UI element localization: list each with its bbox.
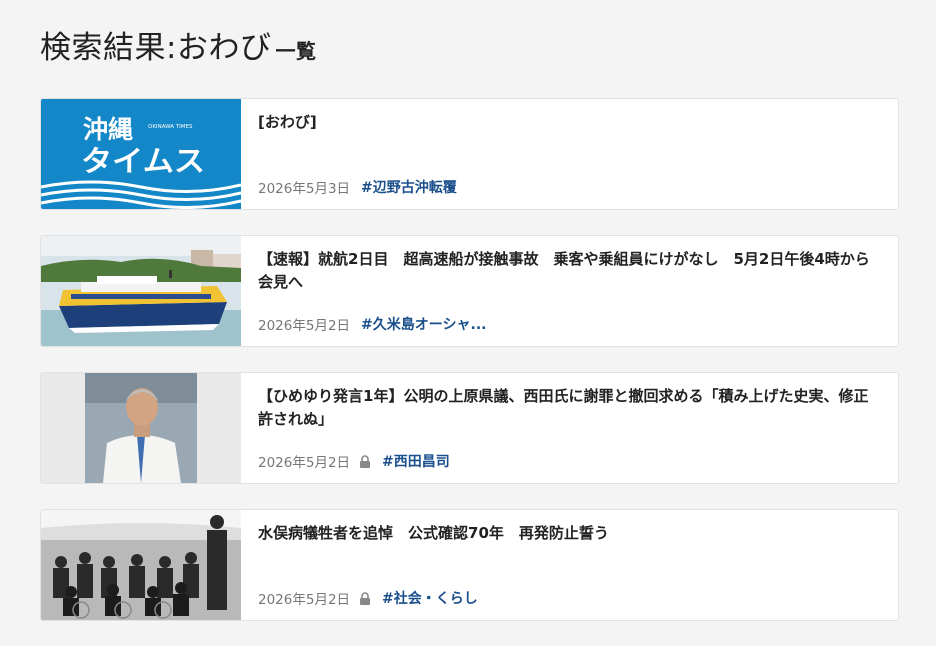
article-date: 2026年5月2日 bbox=[258, 318, 351, 334]
article-body: 【速報】就航2日目 超高速船が接触事故 乗客や乗組員にけがなし 5月2日午後4時… bbox=[258, 248, 878, 334]
article-headline[interactable]: [おわび] bbox=[258, 111, 878, 134]
article-headline[interactable]: 【速報】就航2日目 超高速船が接触事故 乗客や乗組員にけがなし 5月2日午後4時… bbox=[258, 248, 878, 294]
article-thumbnail[interactable]: 沖縄 OKINAWA TIMES タイムス bbox=[41, 99, 241, 209]
article-thumbnail[interactable] bbox=[41, 236, 241, 346]
article-headline[interactable]: 水俣病犠牲者を追悼 公式確認70年 再発防止誓う bbox=[258, 522, 878, 545]
logo-small-text: OKINAWA TIMES bbox=[148, 124, 193, 130]
logo-line2: タイムス bbox=[81, 144, 205, 178]
article-date: 2026年5月3日 bbox=[258, 181, 351, 197]
ferry-photo bbox=[41, 236, 241, 346]
article-card[interactable]: 沖縄 OKINAWA TIMES タイムス [おわび] 2026年5月3日 #辺… bbox=[40, 98, 899, 210]
lock-icon bbox=[360, 454, 371, 468]
article-card[interactable]: 【ひめゆり発言1年】公明の上原県議、西田氏に謝罪と撤回求める「積み上げた史実、修… bbox=[40, 372, 899, 484]
okinawa-times-logo: 沖縄 OKINAWA TIMES タイムス bbox=[41, 99, 241, 209]
article-body: 【ひめゆり発言1年】公明の上原県議、西田氏に謝罪と撤回求める「積み上げた史実、修… bbox=[258, 385, 878, 471]
memorial-photo bbox=[41, 510, 241, 620]
article-body: [おわび] 2026年5月3日 #辺野古沖転覆 bbox=[258, 111, 878, 197]
article-date: 2026年5月2日 bbox=[258, 592, 351, 608]
article-meta: 2026年5月2日 #社会・くらし bbox=[258, 588, 478, 608]
article-meta: 2026年5月2日 #久米島オーシャ... bbox=[258, 314, 486, 334]
article-thumbnail[interactable] bbox=[41, 510, 241, 620]
article-tag[interactable]: #社会・くらし bbox=[382, 588, 478, 608]
article-meta: 2026年5月2日 #西田昌司 bbox=[258, 451, 450, 471]
politician-photo bbox=[41, 373, 241, 483]
article-card[interactable]: 【速報】就航2日目 超高速船が接触事故 乗客や乗組員にけがなし 5月2日午後4時… bbox=[40, 235, 899, 347]
article-tag[interactable]: #西田昌司 bbox=[382, 451, 450, 471]
article-body: 水俣病犠牲者を追悼 公式確認70年 再発防止誓う 2026年5月2日 #社会・く… bbox=[258, 522, 878, 608]
article-tag[interactable]: #辺野古沖転覆 bbox=[361, 177, 457, 197]
search-results-list: 沖縄 OKINAWA TIMES タイムス [おわび] 2026年5月3日 #辺… bbox=[40, 98, 899, 646]
article-thumbnail[interactable] bbox=[41, 373, 241, 483]
logo-line1: 沖縄 bbox=[83, 115, 133, 144]
lock-icon bbox=[360, 591, 371, 605]
article-card[interactable]: 水俣病犠牲者を追悼 公式確認70年 再発防止誓う 2026年5月2日 #社会・く… bbox=[40, 509, 899, 621]
page-title: 検索結果:おわび 一覧 bbox=[40, 22, 316, 67]
article-headline[interactable]: 【ひめゆり発言1年】公明の上原県議、西田氏に謝罪と撤回求める「積み上げた史実、修… bbox=[258, 385, 878, 431]
page-title-suffix: 一覧 bbox=[275, 39, 317, 63]
article-meta: 2026年5月3日 #辺野古沖転覆 bbox=[258, 177, 457, 197]
article-tag[interactable]: #久米島オーシャ... bbox=[361, 314, 486, 334]
article-date: 2026年5月2日 bbox=[258, 455, 351, 471]
page-title-text: 検索結果:おわび bbox=[40, 30, 272, 66]
